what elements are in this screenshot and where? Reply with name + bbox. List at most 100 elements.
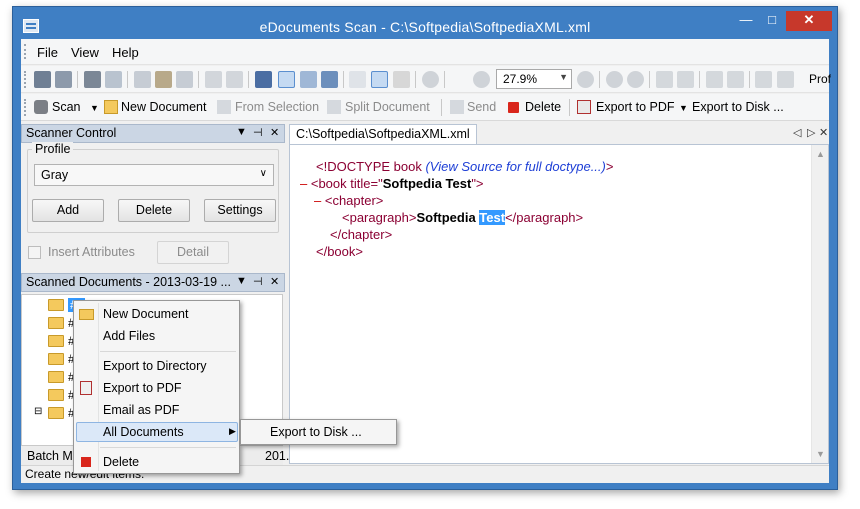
- tab-scroll-left-icon[interactable]: ◁: [793, 126, 801, 139]
- two-pages-icon[interactable]: [300, 71, 317, 88]
- menu-file[interactable]: File: [37, 45, 58, 60]
- select-area-icon[interactable]: [393, 71, 410, 88]
- zoom-in-icon[interactable]: [473, 71, 490, 88]
- menu-email-as-pdf[interactable]: Email as PDF: [103, 403, 179, 417]
- save-all-icon[interactable]: [55, 71, 72, 88]
- zoom-fit-icon[interactable]: [422, 71, 439, 88]
- insert-attributes-label: Insert Attributes: [48, 245, 135, 259]
- toolbar-grip[interactable]: [24, 99, 27, 116]
- tab-scroll-right-icon[interactable]: ▷: [807, 126, 815, 139]
- detail-button[interactable]: Detail: [157, 241, 229, 264]
- from-selection-icon: [217, 100, 231, 114]
- menu-export-to-pdf[interactable]: Export to PDF: [103, 381, 182, 395]
- collapse-book-icon[interactable]: –: [300, 176, 307, 191]
- xml-book-title: Softpedia Test: [382, 176, 472, 191]
- menu-new-document[interactable]: New Document: [103, 307, 188, 321]
- save-icon[interactable]: [34, 71, 51, 88]
- pointer-icon[interactable]: [349, 71, 366, 88]
- xml-chapter-close-line: </chapter>: [330, 227, 392, 242]
- profile-select[interactable]: Gray ∨: [34, 164, 274, 186]
- zoom-page-icon[interactable]: [627, 71, 644, 88]
- collapse-chapter-icon[interactable]: –: [314, 193, 321, 208]
- menubar-grip[interactable]: [24, 44, 27, 59]
- toolbar-divider: [569, 99, 570, 116]
- menu-all-documents[interactable]: All Documents: [103, 425, 184, 439]
- tab-batch[interactable]: Batch M: [27, 449, 73, 463]
- split-document-button[interactable]: Split Document: [345, 100, 430, 114]
- panel-menu-icon[interactable]: ▼: [236, 126, 247, 138]
- zoom-out-icon[interactable]: [577, 71, 594, 88]
- collapse-icon[interactable]: ⊟: [34, 406, 42, 417]
- scroll-up-icon[interactable]: ▲: [816, 149, 825, 159]
- submenu-export-to-disk[interactable]: Export to Disk ...: [270, 425, 362, 439]
- zoom-width-icon[interactable]: [606, 71, 623, 88]
- chevron-down-icon[interactable]: ∨: [260, 168, 267, 179]
- scroll-down-icon[interactable]: ▼: [816, 449, 825, 459]
- copy-icon[interactable]: [134, 71, 151, 88]
- continuous-icon[interactable]: [321, 71, 338, 88]
- export-to-disk-button[interactable]: Export to Disk ...: [692, 100, 784, 114]
- xml-viewer[interactable]: <!DOCTYPE book (View Source for full doc…: [289, 144, 829, 464]
- insert-attributes-checkbox[interactable]: [28, 246, 41, 259]
- undo-icon[interactable]: [205, 71, 222, 88]
- pdf-icon[interactable]: [577, 100, 591, 114]
- close-button[interactable]: ✕: [786, 11, 832, 31]
- toolbar-divider: [444, 71, 445, 88]
- menu-view[interactable]: View: [71, 45, 99, 60]
- xml-chapter-close: </chapter>: [330, 227, 393, 242]
- scanner-icon[interactable]: [34, 100, 48, 114]
- new-document-button[interactable]: New Document: [121, 100, 206, 114]
- delete-button[interactable]: Delete: [525, 100, 561, 114]
- profile-value: Gray: [41, 168, 69, 182]
- pin-icon[interactable]: ⊣: [253, 275, 263, 288]
- close-icon[interactable]: ✕: [270, 126, 279, 139]
- close-icon[interactable]: ✕: [270, 275, 279, 288]
- document-tab[interactable]: C:\Softpedia\SoftpediaXML.xml: [289, 124, 477, 144]
- scan-dropdown-icon[interactable]: ▼: [90, 103, 99, 113]
- xml-doctype-comment[interactable]: (View Source for full doctype...): [425, 159, 605, 174]
- scan-button[interactable]: Scan: [52, 100, 81, 114]
- export-dropdown-icon[interactable]: ▼: [679, 103, 688, 113]
- rotate-right-icon[interactable]: [677, 71, 694, 88]
- xml-selected-text[interactable]: Test: [479, 210, 506, 225]
- pages-view-icon[interactable]: [255, 71, 272, 88]
- crop-icon[interactable]: [727, 71, 744, 88]
- flip-icon[interactable]: [706, 71, 723, 88]
- print-icon[interactable]: [84, 71, 101, 88]
- delete-profile-button[interactable]: Delete: [118, 199, 190, 222]
- scanner-control-header[interactable]: Scanner Control ▼ ⊣ ✕: [21, 124, 285, 143]
- send-button[interactable]: Send: [467, 100, 496, 114]
- new-document-icon[interactable]: [104, 100, 118, 114]
- paste-icon[interactable]: [155, 71, 172, 88]
- scanned-documents-header[interactable]: Scanned Documents - 2013-03-19 ... ▼ ⊣ ✕: [21, 273, 285, 292]
- menu-delete[interactable]: Delete: [103, 455, 139, 469]
- vertical-scrollbar[interactable]: ▲ ▼: [811, 145, 828, 463]
- rotate-left-icon[interactable]: [656, 71, 673, 88]
- folder-icon: [48, 335, 64, 347]
- text-tool-icon[interactable]: [777, 71, 794, 88]
- line-tool-icon[interactable]: [755, 71, 772, 88]
- minimize-button[interactable]: —: [733, 11, 759, 31]
- settings-button[interactable]: Settings: [204, 199, 276, 222]
- toolbar-divider: [77, 71, 78, 88]
- print-preview-icon[interactable]: [105, 71, 122, 88]
- panel-menu-icon[interactable]: ▼: [236, 275, 247, 287]
- from-selection-button[interactable]: From Selection: [235, 100, 319, 114]
- add-button[interactable]: Add: [32, 199, 104, 222]
- pin-icon[interactable]: ⊣: [253, 126, 263, 139]
- single-page-icon[interactable]: [278, 71, 295, 88]
- hand-icon[interactable]: [371, 71, 388, 88]
- zoom-combobox[interactable]: 27.9% ▼: [496, 69, 572, 89]
- menu-add-files[interactable]: Add Files: [103, 329, 155, 343]
- toolbar-overflow-label[interactable]: Prof: [809, 72, 831, 86]
- menu-export-to-directory[interactable]: Export to Directory: [103, 359, 207, 373]
- delete-icon[interactable]: [508, 102, 519, 113]
- export-to-pdf-button[interactable]: Export to PDF: [596, 100, 675, 114]
- menu-help[interactable]: Help: [112, 45, 139, 60]
- toolbar-grip[interactable]: [24, 71, 27, 88]
- chevron-down-icon[interactable]: ▼: [559, 72, 568, 82]
- close-tab-icon[interactable]: ✕: [819, 126, 828, 139]
- cut-icon[interactable]: [176, 71, 193, 88]
- maximize-button[interactable]: □: [759, 11, 785, 31]
- redo-icon[interactable]: [226, 71, 243, 88]
